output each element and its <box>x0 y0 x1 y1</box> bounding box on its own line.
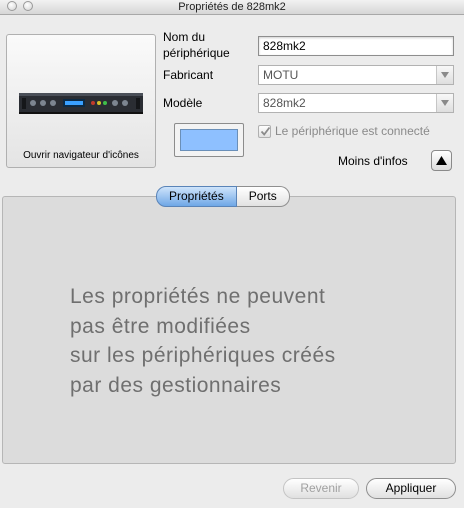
connected-label: Le périphérique est connecté <box>275 124 430 138</box>
chevron-down-icon <box>441 72 449 78</box>
read-only-message: Les propriétés ne peuvent pas être modif… <box>70 282 430 400</box>
checkmark-icon <box>260 126 271 136</box>
triangle-up-icon <box>436 156 447 165</box>
apply-button[interactable]: Appliquer <box>366 478 456 499</box>
less-info-button[interactable] <box>431 150 452 171</box>
revert-button[interactable]: Revenir <box>283 478 359 499</box>
color-swatch <box>180 129 238 151</box>
window-title: Propriétés de 828mk2 <box>178 1 286 13</box>
device-name-label-line2: périphérique <box>163 46 230 60</box>
manufacturer-combo[interactable]: MOTU <box>258 65 454 85</box>
manufacturer-label: Fabricant <box>163 68 214 82</box>
connected-checkbox[interactable] <box>258 125 271 138</box>
device-name-label-line1: Nom du <box>163 30 206 44</box>
model-value: 828mk2 <box>263 96 306 110</box>
device-name-field[interactable]: 828mk2 <box>258 36 454 56</box>
title-bar: Propriétés de 828mk2 <box>0 0 464 15</box>
less-info-label: Moins d'infos <box>338 154 408 168</box>
tab-properties[interactable]: Propriétés <box>156 186 237 207</box>
model-label: Modèle <box>163 96 203 110</box>
message-line: pas être modifiées <box>70 314 251 338</box>
manufacturer-value: MOTU <box>263 68 299 82</box>
manufacturer-dropdown-arrow[interactable] <box>436 66 453 84</box>
tab-ports[interactable]: Ports <box>236 186 290 207</box>
model-combo[interactable]: 828mk2 <box>258 93 454 113</box>
chevron-down-icon <box>441 100 449 106</box>
device-color-well[interactable] <box>174 123 244 157</box>
model-dropdown-arrow[interactable] <box>436 94 453 112</box>
properties-window: Propriétés de 828mk2 Ouvrir navigateur d… <box>0 0 464 508</box>
message-line: par des gestionnaires <box>70 373 282 397</box>
message-line: Les propriétés ne peuvent <box>70 285 326 308</box>
icon-browser-button[interactable]: Ouvrir navigateur d'icônes <box>6 34 156 168</box>
message-line: sur les périphériques créés <box>70 344 336 367</box>
tab-bar: Propriétés Ports <box>156 186 290 207</box>
rack-interface-icon <box>19 93 143 114</box>
icon-browser-label: Ouvrir navigateur d'icônes <box>23 150 139 161</box>
